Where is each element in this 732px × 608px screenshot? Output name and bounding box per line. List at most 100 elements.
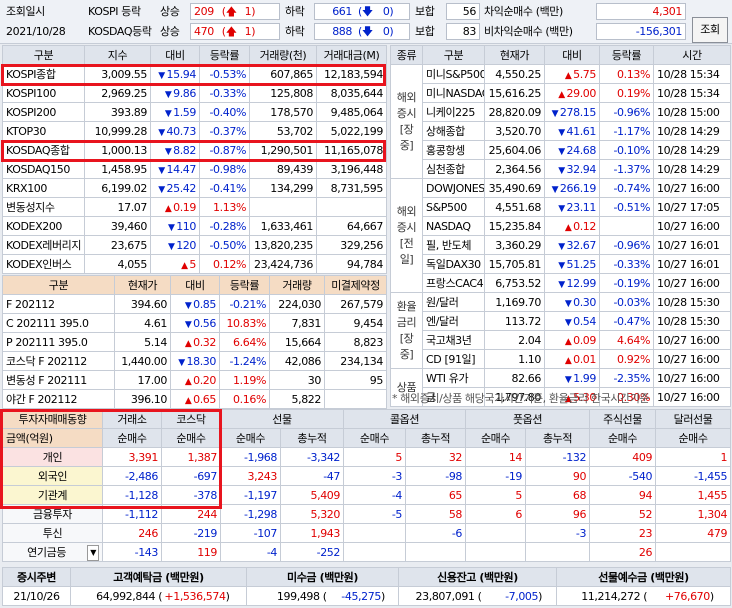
futures-row[interactable]: 코스닥 F 202112 1,440.00 ▼ 18.30 -1.24% 42,086 23… bbox=[2, 351, 387, 371]
futures-name[interactable]: C 202111 395.0 bbox=[2, 313, 115, 333]
index-header[interactable]: 구분 bbox=[2, 45, 85, 65]
index-name[interactable]: KOSPI100 bbox=[2, 83, 85, 103]
investor-name[interactable]: 연기금등 ▼ bbox=[2, 542, 103, 562]
world-row[interactable]: 심천종합 2,364.56 ▼ 32.94 -1.37% 10/28 14:29 bbox=[391, 159, 731, 179]
dropdown-icon[interactable]: ▼ bbox=[87, 544, 99, 561]
world-header[interactable]: 구분 bbox=[422, 45, 485, 65]
investor-row[interactable]: 금융투자 -1,112 244 -1,298 5,320 -5 58 6 96 52 1,304 bbox=[2, 504, 732, 524]
investor-name[interactable]: 개인 bbox=[2, 447, 103, 467]
world-row[interactable]: 독일DAX30 15,705.81 ▼ 51.25 -0.33% 10/27 16:01 bbox=[391, 254, 731, 274]
query-date[interactable]: 2021/10/28 bbox=[6, 22, 66, 41]
index-row[interactable]: KODEX레버리지 23,675 ▼ 120 -0.50% 13,820,235 329,2… bbox=[2, 235, 387, 255]
world-row[interactable]: 국고채3년 2.04 ▲ 0.09 4.64% 10/27 16:00 bbox=[391, 330, 731, 350]
index-row[interactable]: KODEX200 39,460 ▼ 110 -0.28% 1,633,461 64,667 bbox=[2, 216, 387, 236]
index-name[interactable]: KTOP30 bbox=[2, 121, 85, 141]
world-name[interactable]: 필, 반도체 bbox=[422, 235, 485, 255]
investor-row[interactable]: 기관계 -1,128 -378 -1,197 5,409 -4 65 5 68 94 1,455 bbox=[2, 485, 732, 505]
investor-name[interactable]: 금융투자 bbox=[2, 504, 103, 524]
index-name[interactable]: KOSPI종합 bbox=[2, 64, 85, 84]
futures-name[interactable]: P 202111 395.0 bbox=[2, 332, 115, 352]
index-name[interactable]: 변동성지수 bbox=[2, 197, 85, 217]
futures-header[interactable]: 대비 bbox=[170, 275, 220, 295]
index-name[interactable]: KODEX레버리지 bbox=[2, 235, 85, 255]
index-row[interactable]: KRX100 6,199.02 ▼ 25.42 -0.41% 134,299 8,731,5… bbox=[2, 178, 387, 198]
futures-header[interactable]: 거래량 bbox=[269, 275, 325, 295]
query-button[interactable]: 조회 bbox=[692, 17, 728, 43]
index-name[interactable]: KODEX인버스 bbox=[2, 254, 85, 274]
world-name[interactable]: 심천종합 bbox=[422, 159, 485, 179]
world-name[interactable]: 니케이225 bbox=[422, 102, 485, 122]
index-row[interactable]: KOSDAQ150 1,458.95 ▼ 14.47 -0.98% 89,439 3,196… bbox=[2, 159, 387, 179]
world-name[interactable]: S&P500 bbox=[422, 197, 485, 217]
futures-row[interactable]: 변동성 F 202111 17.00 ▲ 0.20 1.19% 30 95 bbox=[2, 370, 387, 390]
world-row[interactable]: 니케이225 28,820.09 ▼ 278.15 -0.96% 10/28 15:00 bbox=[391, 102, 731, 122]
investor-row[interactable]: 외국인 -2,486 -697 3,243 -47 -3 -98 -19 90 -540 -1,45… bbox=[2, 466, 732, 486]
world-name[interactable]: 독일DAX30 bbox=[422, 254, 485, 274]
world-row[interactable]: 해외 증시 [전일] DOWJONES 35,490.69 ▼ 266.19 -0.74%… bbox=[390, 178, 731, 293]
index-row[interactable]: KTOP30 10,999.28 ▼ 40.73 -0.37% 53,702 5,022,1… bbox=[2, 121, 387, 141]
index-header[interactable]: 거래량(천) bbox=[249, 45, 317, 65]
futures-row[interactable]: P 202111 395.0 5.14 ▲ 0.32 6.64% 15,664 8,823 bbox=[2, 332, 387, 352]
index-row[interactable]: KOSPI100 2,969.25 ▼ 9.86 -0.33% 125,808 8,035,… bbox=[2, 83, 387, 103]
futures-name[interactable]: 변동성 F 202111 bbox=[2, 370, 115, 390]
world-row[interactable]: 엔/달러 113.72 ▼ 0.54 -0.47% 10/28 15:30 bbox=[391, 311, 731, 331]
investor-name[interactable]: 기관계 bbox=[2, 485, 103, 505]
index-name[interactable]: KOSPI200 bbox=[2, 102, 85, 122]
futures-header[interactable]: 미결제약정 bbox=[324, 275, 387, 295]
futures-header[interactable]: 구분 bbox=[2, 275, 115, 295]
world-row[interactable]: CD [91일] 1.10 ▲ 0.01 0.92% 10/27 16:00 bbox=[391, 349, 731, 369]
futures-row[interactable]: F 202112 394.60 ▼ 0.85 -0.21% 224,030 267,579 bbox=[2, 294, 387, 314]
investor-row[interactable]: 연기금등 ▼ -143 119 -4 -252 26 bbox=[2, 542, 732, 562]
index-header[interactable]: 등락률 bbox=[199, 45, 250, 65]
futures-name[interactable]: 코스닥 F 202112 bbox=[2, 351, 115, 371]
futures-name[interactable]: F 202112 bbox=[2, 294, 115, 314]
world-name[interactable]: 원/달러 bbox=[422, 292, 485, 312]
futures-row[interactable]: C 202111 395.0 4.61 ▼ 0.56 10.83% 7,831 9,454 bbox=[2, 313, 387, 333]
world-header[interactable]: 등락률 bbox=[599, 45, 654, 65]
index-row[interactable]: KOSPI200 393.89 ▼ 1.59 -0.40% 178,570 9,485,06… bbox=[2, 102, 387, 122]
index-name[interactable]: KOSDAQ150 bbox=[2, 159, 85, 179]
index-row[interactable]: KOSDAQ종합 1,000.13 ▼ 8.82 -0.87% 1,290,501 11,1… bbox=[2, 140, 387, 160]
index-header[interactable]: 대비 bbox=[150, 45, 200, 65]
world-row[interactable]: 상품 WTI 유가 82.66 ▼ 1.99 -2.35% 10/27 16:00 bbox=[390, 368, 731, 407]
world-name[interactable]: WTI 유가 bbox=[422, 368, 485, 388]
world-header[interactable]: 대비 bbox=[544, 45, 600, 65]
world-name[interactable]: CD [91일] bbox=[422, 349, 485, 369]
futures-name[interactable]: 야간 F 202112 bbox=[2, 389, 115, 409]
world-name[interactable]: DOWJONES bbox=[422, 178, 485, 198]
index-name[interactable]: KOSDAQ종합 bbox=[2, 140, 85, 160]
world-row[interactable]: 환율 금리 [장중] 원/달러 1,169.70 ▼ 0.30 -0.03% 10/28 1… bbox=[390, 292, 731, 369]
index-header[interactable]: 지수 bbox=[84, 45, 151, 65]
world-name[interactable]: 프랑스CAC40 bbox=[422, 273, 485, 293]
world-name[interactable]: 미니NASDAQ bbox=[422, 83, 485, 103]
world-row[interactable]: S&P500 4,551.68 ▼ 23.11 -0.51% 10/27 17:05 bbox=[391, 197, 731, 217]
world-header[interactable]: 종류 bbox=[390, 45, 423, 65]
world-name[interactable]: 엔/달러 bbox=[422, 311, 485, 331]
world-row[interactable]: 해외 증시 [장중] 미니S&P500 4,550.25 ▲ 5.75 0.13% 10/2… bbox=[390, 64, 731, 179]
futures-header[interactable]: 등락률 bbox=[219, 275, 270, 295]
index-name[interactable]: KRX100 bbox=[2, 178, 85, 198]
world-name[interactable]: 국고채3년 bbox=[422, 330, 485, 350]
index-row[interactable]: KOSPI종합 3,009.55 ▼ 15.94 -0.53% 607,865 12,183… bbox=[2, 64, 387, 84]
investor-name[interactable]: 투신 bbox=[2, 523, 103, 543]
world-name[interactable]: NASDAQ bbox=[422, 216, 485, 236]
index-row[interactable]: 변동성지수 17.07 ▲ 0.19 1.13% bbox=[2, 197, 387, 217]
world-row[interactable]: NASDAQ 15,235.84 ▲ 0.12 10/27 16:00 bbox=[391, 216, 731, 236]
index-header[interactable]: 거래대금(M) bbox=[316, 45, 387, 65]
futures-row[interactable]: 야간 F 202112 396.10 ▲ 0.65 0.16% 5,822 bbox=[2, 389, 387, 409]
world-name[interactable]: 홍콩항셍 bbox=[422, 140, 485, 160]
index-name[interactable]: KODEX200 bbox=[2, 216, 85, 236]
world-row[interactable]: 프랑스CAC40 6,753.52 ▼ 12.99 -0.19% 10/27 16:00 bbox=[391, 273, 731, 293]
futures-header[interactable]: 현재가 bbox=[114, 275, 171, 295]
investor-row[interactable]: 투신 246 -219 -107 1,943 -6 -3 23 479 bbox=[2, 523, 732, 543]
investor-name[interactable]: 외국인 bbox=[2, 466, 103, 486]
investor-row[interactable]: 개인 3,391 1,387 -1,968 -3,342 5 32 14 -132 409 1 bbox=[2, 447, 732, 467]
world-row[interactable]: 상해종합 3,520.70 ▼ 41.61 -1.17% 10/28 14:29 bbox=[391, 121, 731, 141]
world-row[interactable]: 홍콩항셍 25,604.06 ▼ 24.68 -0.10% 10/28 14:29 bbox=[391, 140, 731, 160]
world-row[interactable]: 미니NASDAQ 15,616.25 ▲ 29.00 0.19% 10/28 15:34 bbox=[391, 83, 731, 103]
index-row[interactable]: KODEX인버스 4,055 ▲ 5 0.12% 23,424,736 94,784 bbox=[2, 254, 387, 274]
world-header[interactable]: 현재가 bbox=[484, 45, 545, 65]
world-header[interactable]: 시간 bbox=[653, 45, 731, 65]
world-name[interactable]: 미니S&P500 bbox=[422, 64, 485, 84]
world-row[interactable]: 필, 반도체 3,360.29 ▼ 32.67 -0.96% 10/27 16:01 bbox=[391, 235, 731, 255]
